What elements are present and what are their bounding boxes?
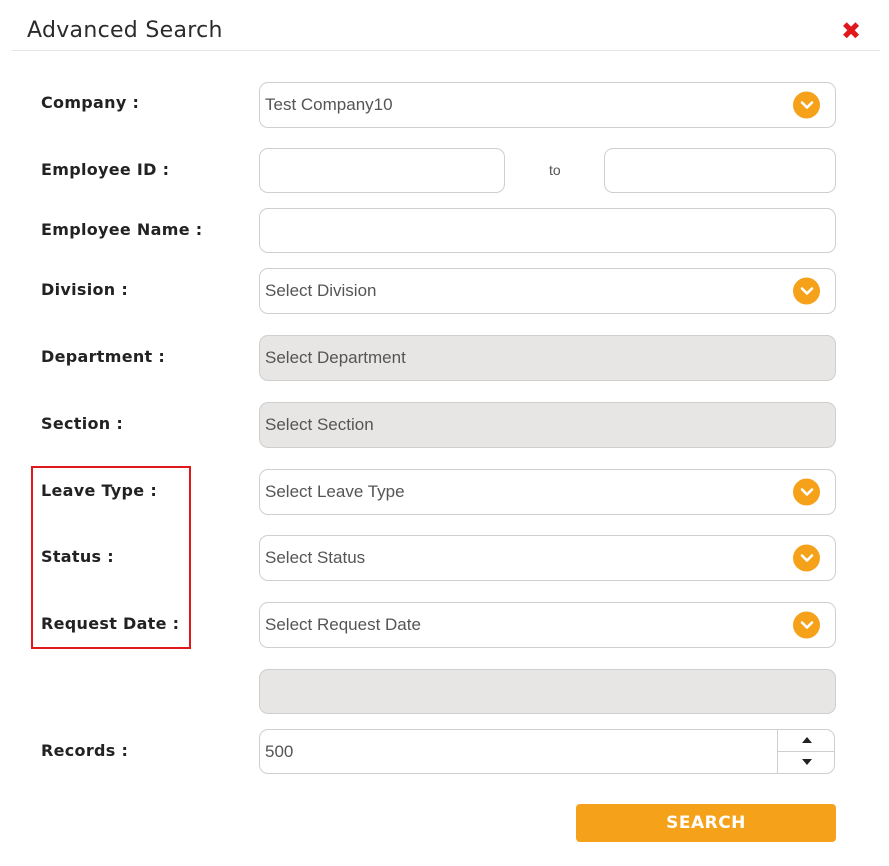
department-value: Select Department: [265, 348, 406, 367]
request-date-value: Select Request Date: [265, 615, 421, 634]
chevron-down-icon: [793, 277, 820, 305]
request-date-label: Request Date :: [41, 614, 180, 633]
department-label: Department :: [41, 347, 166, 366]
status-select[interactable]: Select Status: [259, 535, 836, 581]
records-stepper: [777, 729, 835, 774]
header-divider: [12, 50, 880, 51]
chevron-down-icon: [793, 478, 820, 506]
status-value: Select Status: [265, 548, 366, 567]
leave-type-label: Leave Type :: [41, 481, 158, 500]
employee-name-label: Employee Name :: [41, 220, 203, 239]
increment-button[interactable]: [778, 729, 835, 752]
records-label: Records :: [41, 741, 129, 760]
section-select[interactable]: Select Section: [259, 402, 836, 448]
section-value: Select Section: [265, 415, 374, 434]
employee-id-to-label: to: [549, 162, 561, 178]
chevron-down-icon: [793, 91, 820, 119]
company-label: Company :: [41, 93, 140, 112]
division-label: Division :: [41, 280, 129, 299]
dialog-title: Advanced Search: [27, 18, 223, 43]
decrement-button[interactable]: [778, 751, 835, 773]
employee-id-to-input[interactable]: [604, 148, 836, 193]
caret-up-icon: [801, 737, 812, 743]
division-select[interactable]: Select Division: [259, 268, 836, 314]
search-button[interactable]: SEARCH: [576, 804, 836, 842]
section-label: Section :: [41, 414, 124, 433]
status-label: Status :: [41, 547, 114, 566]
date-range-input[interactable]: [259, 669, 836, 714]
leave-type-value: Select Leave Type: [265, 482, 405, 501]
division-value: Select Division: [265, 281, 377, 300]
company-value: Test Company10: [265, 95, 393, 114]
chevron-down-icon: [793, 544, 820, 572]
leave-type-select[interactable]: Select Leave Type: [259, 469, 836, 515]
employee-name-input[interactable]: [259, 208, 836, 253]
records-input[interactable]: 500: [259, 729, 835, 774]
caret-down-icon: [801, 759, 812, 765]
close-icon[interactable]: ✖: [841, 19, 861, 43]
department-select[interactable]: Select Department: [259, 335, 836, 381]
employee-id-label: Employee ID :: [41, 160, 170, 179]
chevron-down-icon: [793, 611, 820, 639]
request-date-select[interactable]: Select Request Date: [259, 602, 836, 648]
records-value: 500: [265, 741, 294, 761]
company-select[interactable]: Test Company10: [259, 82, 836, 128]
employee-id-from-input[interactable]: [259, 148, 505, 193]
